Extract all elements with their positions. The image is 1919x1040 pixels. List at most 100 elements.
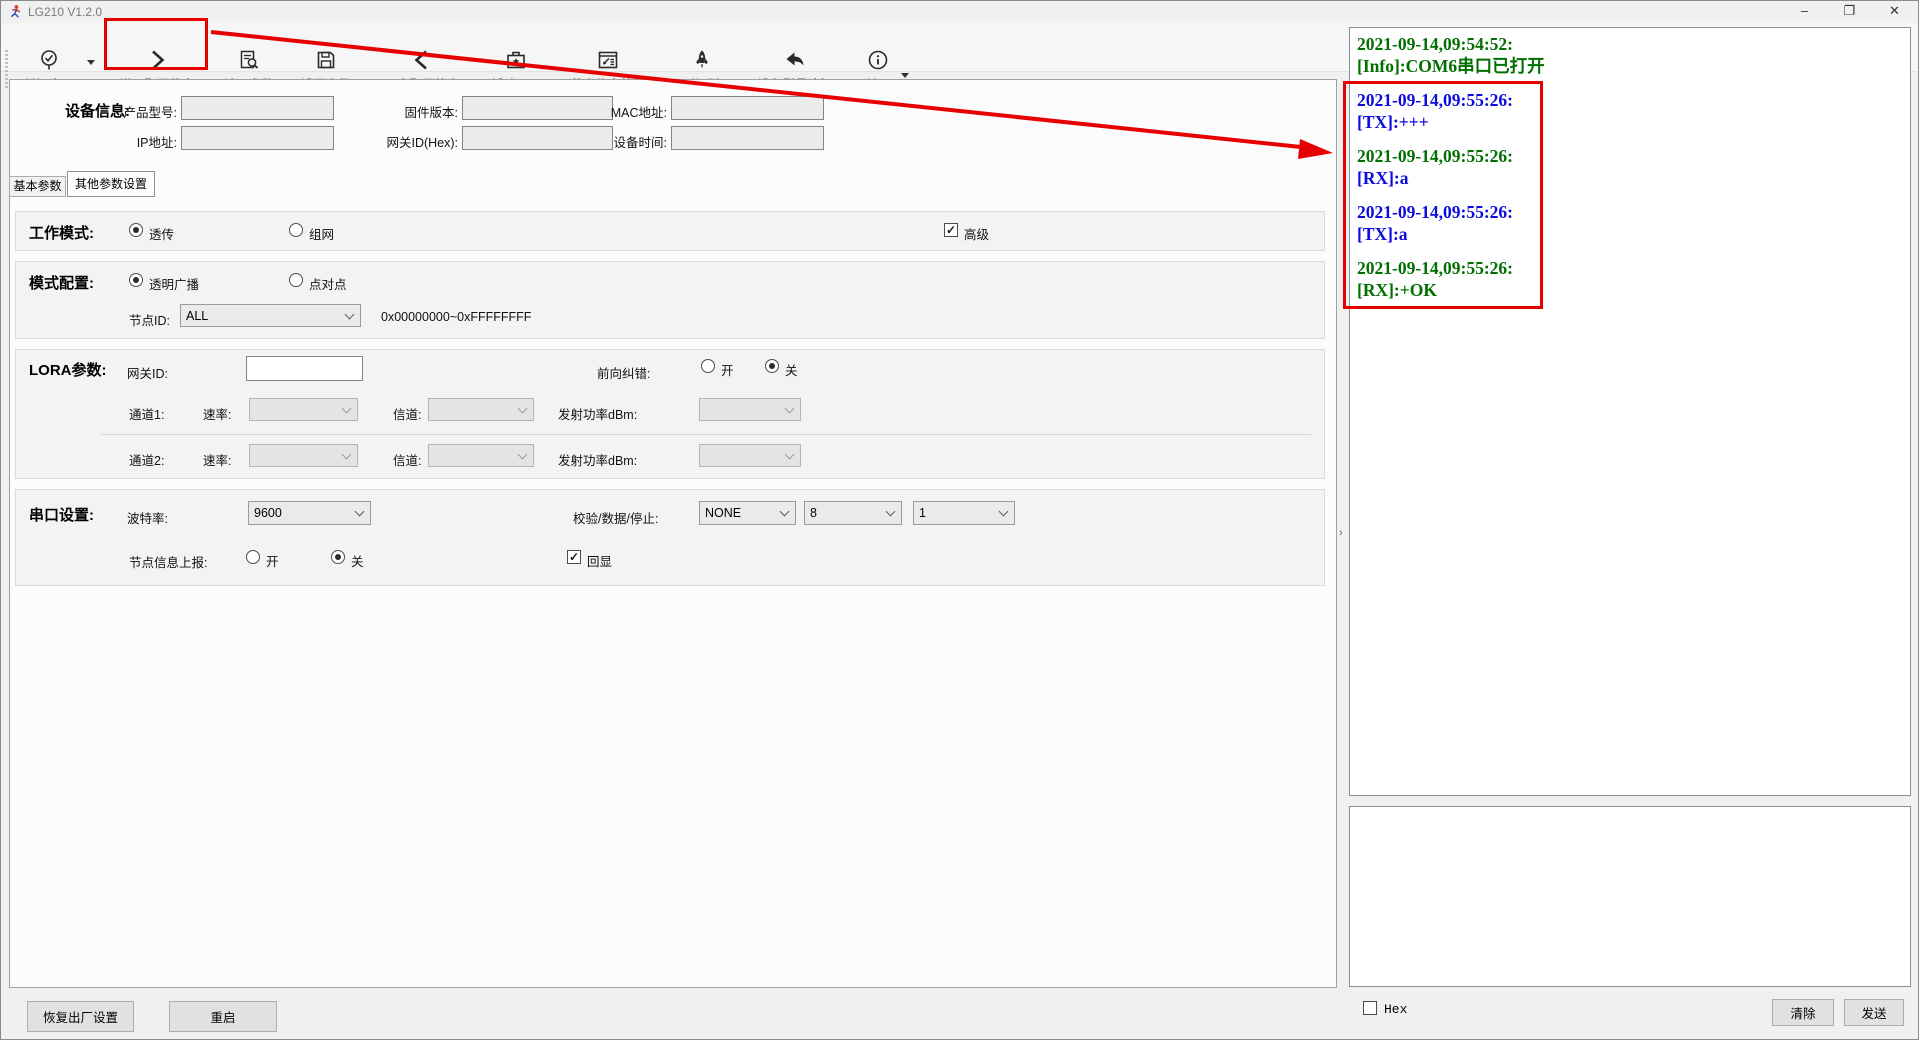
- mode-config-section: [15, 261, 1325, 339]
- chevron-down-icon: [886, 507, 896, 517]
- tab-other-params[interactable]: 其他参数设置: [67, 171, 155, 197]
- annotation-box-log-entries: [1343, 81, 1543, 309]
- close-button[interactable]: ✕: [1872, 1, 1917, 23]
- channel2-channel-label: 信道:: [393, 450, 421, 469]
- ip-address-field[interactable]: [181, 126, 334, 150]
- parity-data-stop-label: 校验/数据/停止:: [573, 508, 658, 527]
- product-model-field[interactable]: [181, 96, 334, 120]
- node-id-range-hint: 0x00000000~0xFFFFFFFF: [381, 310, 531, 324]
- chevron-down-icon: [780, 507, 790, 517]
- work-mode-transparent-radio[interactable]: [129, 223, 143, 237]
- chevron-down-icon: [345, 309, 355, 319]
- chevron-down-icon: [342, 403, 352, 413]
- ip-address-label: IP地址:: [97, 132, 177, 151]
- data-bits-select[interactable]: 8: [804, 501, 902, 525]
- app-window: LG210 V1.2.0 – ❐ ✕ 关闭串口 进入配置状态 读取参数: [0, 0, 1919, 1040]
- app-logo-icon: [8, 4, 23, 19]
- channel2-power-select[interactable]: [699, 444, 801, 467]
- chevron-down-icon[interactable]: [901, 73, 909, 78]
- channel2-label: 通道2:: [129, 450, 164, 469]
- factory-reset-button[interactable]: 恢复出厂设置: [27, 1001, 134, 1032]
- node-report-on-radio[interactable]: [246, 550, 260, 564]
- title-bar: LG210 V1.2.0 – ❐ ✕: [1, 1, 1918, 23]
- tab-basic-params[interactable]: 基本参数: [9, 176, 66, 197]
- node-report-off-label: 关: [351, 551, 364, 570]
- advanced-checkbox[interactable]: [944, 223, 958, 237]
- channel2-rate-label: 速率:: [203, 450, 231, 469]
- baud-rate-select[interactable]: 9600: [248, 501, 371, 525]
- fec-label: 前向纠错:: [597, 363, 650, 382]
- fec-on-label: 开: [721, 360, 734, 379]
- channel1-channel-label: 信道:: [393, 404, 421, 423]
- node-id-select[interactable]: ALL: [180, 304, 361, 327]
- send-input[interactable]: [1349, 806, 1911, 987]
- send-button[interactable]: 发送: [1844, 999, 1904, 1026]
- chevron-down-icon: [355, 507, 365, 517]
- mode-p2p-radio[interactable]: [289, 273, 303, 287]
- chevron-down-icon[interactable]: [87, 60, 95, 65]
- fec-on-radio[interactable]: [701, 359, 715, 373]
- gateway-id-hex-label: 网关ID(Hex):: [361, 132, 458, 151]
- stats-window-icon: [596, 47, 620, 73]
- channel1-label: 通道1:: [129, 404, 164, 423]
- device-time-label: 设备时间:: [585, 132, 667, 151]
- hex-label: Hex: [1384, 1002, 1407, 1017]
- maximize-button[interactable]: ❐: [1827, 1, 1872, 23]
- channel1-channel-select[interactable]: [428, 398, 534, 421]
- lora-gateway-id-input[interactable]: [246, 356, 363, 381]
- chevron-down-icon: [785, 403, 795, 413]
- clear-button[interactable]: 清除: [1772, 999, 1834, 1026]
- channel2-channel-select[interactable]: [428, 444, 534, 467]
- restart-button[interactable]: 重启: [169, 1001, 277, 1032]
- work-mode-network-label: 组网: [309, 224, 334, 243]
- hex-checkbox[interactable]: [1363, 1001, 1377, 1015]
- firmware-version-label: 固件版本:: [376, 102, 458, 121]
- node-report-label: 节点信息上报:: [129, 552, 207, 571]
- splitter-collapse-icon[interactable]: ›: [1339, 527, 1343, 539]
- mode-broadcast-radio[interactable]: [129, 273, 143, 287]
- mode-config-title: 模式配置:: [29, 272, 94, 293]
- window-title: LG210 V1.2.0: [28, 5, 102, 19]
- work-mode-title: 工作模式:: [29, 222, 94, 243]
- chevron-down-icon: [342, 449, 352, 459]
- baud-rate-label: 波特率:: [127, 508, 168, 527]
- chevron-down-icon: [785, 449, 795, 459]
- mac-address-label: MAC地址:: [585, 102, 667, 121]
- serial-title: 串口设置:: [29, 504, 94, 525]
- node-report-on-label: 开: [266, 551, 279, 570]
- device-time-field[interactable]: [671, 126, 824, 150]
- node-report-off-radio[interactable]: [331, 550, 345, 564]
- channel-divider: [101, 434, 1311, 435]
- log-entry: 2021-09-14,09:54:52:[Info]:COM6串口已打开: [1357, 33, 1910, 77]
- work-mode-transparent-label: 透传: [149, 224, 174, 243]
- rocket-icon: [690, 47, 714, 73]
- mode-p2p-label: 点对点: [309, 274, 347, 293]
- channel1-rate-label: 速率:: [203, 404, 231, 423]
- serial-port-check-icon: [37, 47, 61, 73]
- channel2-rate-select[interactable]: [249, 444, 358, 467]
- mode-broadcast-label: 透明广播: [149, 274, 199, 293]
- channel1-rate-select[interactable]: [249, 398, 358, 421]
- toolbox-icon: [504, 47, 528, 73]
- node-id-label: 节点ID:: [129, 310, 170, 329]
- lora-gateway-id-label: 网关ID:: [127, 363, 168, 382]
- echo-checkbox[interactable]: [567, 550, 581, 564]
- work-mode-section: [15, 211, 1325, 251]
- mac-address-field[interactable]: [671, 96, 824, 120]
- annotation-box-enter-config: [104, 18, 208, 70]
- parity-select[interactable]: NONE: [699, 501, 796, 525]
- read-params-icon: [237, 47, 261, 73]
- serial-section: [15, 489, 1325, 586]
- work-mode-network-radio[interactable]: [289, 223, 303, 237]
- channel1-power-select[interactable]: [699, 398, 801, 421]
- save-icon: [314, 47, 338, 73]
- advanced-label: 高级: [964, 224, 989, 243]
- lora-title: LORA参数:: [29, 359, 107, 380]
- channel2-power-label: 发射功率dBm:: [558, 450, 637, 469]
- minimize-button[interactable]: –: [1782, 1, 1827, 23]
- echo-label: 回显: [587, 551, 612, 570]
- channel1-power-label: 发射功率dBm:: [558, 404, 637, 423]
- fec-off-radio[interactable]: [765, 359, 779, 373]
- back-arrow-icon: [783, 47, 807, 73]
- stop-bits-select[interactable]: 1: [913, 501, 1015, 525]
